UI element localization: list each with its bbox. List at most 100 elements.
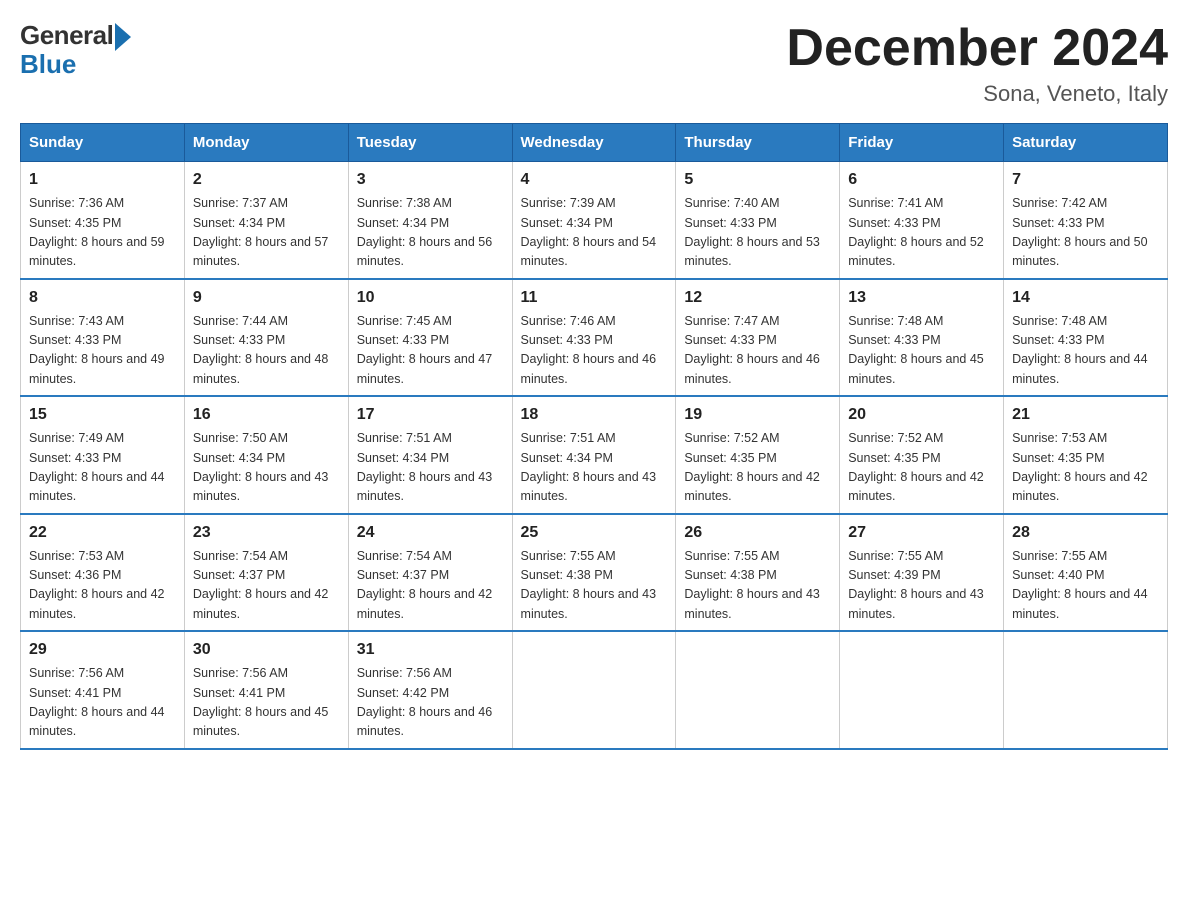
sunset-label: Sunset: 4:35 PM	[848, 451, 940, 465]
daylight-label: Daylight: 8 hours and 43 minutes.	[357, 470, 493, 503]
sunset-label: Sunset: 4:39 PM	[848, 568, 940, 582]
day-number: 26	[684, 521, 831, 545]
sunset-label: Sunset: 4:34 PM	[193, 216, 285, 230]
sunset-label: Sunset: 4:33 PM	[29, 333, 121, 347]
day-number: 24	[357, 521, 504, 545]
sunset-label: Sunset: 4:33 PM	[521, 333, 613, 347]
sunrise-label: Sunrise: 7:49 AM	[29, 431, 124, 445]
day-number: 8	[29, 286, 176, 310]
daylight-label: Daylight: 8 hours and 44 minutes.	[1012, 587, 1148, 620]
daylight-label: Daylight: 8 hours and 43 minutes.	[848, 587, 984, 620]
calendar-cell: 9 Sunrise: 7:44 AM Sunset: 4:33 PM Dayli…	[184, 279, 348, 397]
sunset-label: Sunset: 4:34 PM	[357, 216, 449, 230]
day-info: Sunrise: 7:56 AM Sunset: 4:41 PM Dayligh…	[193, 664, 340, 742]
calendar-cell: 3 Sunrise: 7:38 AM Sunset: 4:34 PM Dayli…	[348, 162, 512, 279]
sunset-label: Sunset: 4:35 PM	[684, 451, 776, 465]
day-info: Sunrise: 7:46 AM Sunset: 4:33 PM Dayligh…	[521, 312, 668, 390]
calendar-cell	[1004, 631, 1168, 749]
sunrise-label: Sunrise: 7:45 AM	[357, 314, 452, 328]
page-header: General Blue December 2024 Sona, Veneto,…	[20, 20, 1168, 107]
day-header-saturday: Saturday	[1004, 124, 1168, 162]
sunset-label: Sunset: 4:33 PM	[357, 333, 449, 347]
sunset-label: Sunset: 4:33 PM	[1012, 333, 1104, 347]
daylight-label: Daylight: 8 hours and 46 minutes.	[357, 705, 493, 738]
calendar-cell: 30 Sunrise: 7:56 AM Sunset: 4:41 PM Dayl…	[184, 631, 348, 749]
calendar-cell	[840, 631, 1004, 749]
calendar-cell: 7 Sunrise: 7:42 AM Sunset: 4:33 PM Dayli…	[1004, 162, 1168, 279]
day-info: Sunrise: 7:56 AM Sunset: 4:41 PM Dayligh…	[29, 664, 176, 742]
daylight-label: Daylight: 8 hours and 44 minutes.	[29, 705, 165, 738]
day-number: 18	[521, 403, 668, 427]
day-number: 29	[29, 638, 176, 662]
calendar-cell: 4 Sunrise: 7:39 AM Sunset: 4:34 PM Dayli…	[512, 162, 676, 279]
sunrise-label: Sunrise: 7:39 AM	[521, 196, 616, 210]
sunrise-label: Sunrise: 7:55 AM	[684, 549, 779, 563]
day-number: 9	[193, 286, 340, 310]
daylight-label: Daylight: 8 hours and 45 minutes.	[193, 705, 329, 738]
sunset-label: Sunset: 4:40 PM	[1012, 568, 1104, 582]
day-info: Sunrise: 7:47 AM Sunset: 4:33 PM Dayligh…	[684, 312, 831, 390]
day-info: Sunrise: 7:54 AM Sunset: 4:37 PM Dayligh…	[193, 547, 340, 625]
daylight-label: Daylight: 8 hours and 49 minutes.	[29, 352, 165, 385]
day-number: 14	[1012, 286, 1159, 310]
calendar-cell: 14 Sunrise: 7:48 AM Sunset: 4:33 PM Dayl…	[1004, 279, 1168, 397]
day-header-sunday: Sunday	[21, 124, 185, 162]
sunrise-label: Sunrise: 7:56 AM	[357, 666, 452, 680]
sunset-label: Sunset: 4:36 PM	[29, 568, 121, 582]
logo: General Blue	[20, 20, 131, 80]
sunset-label: Sunset: 4:33 PM	[193, 333, 285, 347]
daylight-label: Daylight: 8 hours and 42 minutes.	[848, 470, 984, 503]
sunrise-label: Sunrise: 7:48 AM	[1012, 314, 1107, 328]
daylight-label: Daylight: 8 hours and 46 minutes.	[684, 352, 820, 385]
sunset-label: Sunset: 4:34 PM	[193, 451, 285, 465]
day-number: 1	[29, 168, 176, 192]
day-number: 20	[848, 403, 995, 427]
sunrise-label: Sunrise: 7:52 AM	[684, 431, 779, 445]
calendar-cell: 18 Sunrise: 7:51 AM Sunset: 4:34 PM Dayl…	[512, 396, 676, 514]
calendar-week-row: 15 Sunrise: 7:49 AM Sunset: 4:33 PM Dayl…	[21, 396, 1168, 514]
day-number: 21	[1012, 403, 1159, 427]
sunrise-label: Sunrise: 7:56 AM	[29, 666, 124, 680]
day-number: 4	[521, 168, 668, 192]
daylight-label: Daylight: 8 hours and 42 minutes.	[29, 587, 165, 620]
sunrise-label: Sunrise: 7:55 AM	[521, 549, 616, 563]
sunrise-label: Sunrise: 7:37 AM	[193, 196, 288, 210]
day-info: Sunrise: 7:55 AM Sunset: 4:38 PM Dayligh…	[684, 547, 831, 625]
calendar-cell	[676, 631, 840, 749]
calendar-cell: 1 Sunrise: 7:36 AM Sunset: 4:35 PM Dayli…	[21, 162, 185, 279]
daylight-label: Daylight: 8 hours and 42 minutes.	[193, 587, 329, 620]
daylight-label: Daylight: 8 hours and 57 minutes.	[193, 235, 329, 268]
calendar-cell: 2 Sunrise: 7:37 AM Sunset: 4:34 PM Dayli…	[184, 162, 348, 279]
day-info: Sunrise: 7:44 AM Sunset: 4:33 PM Dayligh…	[193, 312, 340, 390]
day-info: Sunrise: 7:45 AM Sunset: 4:33 PM Dayligh…	[357, 312, 504, 390]
day-header-monday: Monday	[184, 124, 348, 162]
day-info: Sunrise: 7:37 AM Sunset: 4:34 PM Dayligh…	[193, 194, 340, 272]
day-number: 25	[521, 521, 668, 545]
sunrise-label: Sunrise: 7:53 AM	[29, 549, 124, 563]
month-title: December 2024	[786, 20, 1168, 77]
daylight-label: Daylight: 8 hours and 54 minutes.	[521, 235, 657, 268]
sunset-label: Sunset: 4:37 PM	[193, 568, 285, 582]
sunset-label: Sunset: 4:34 PM	[521, 451, 613, 465]
sunset-label: Sunset: 4:41 PM	[193, 686, 285, 700]
sunrise-label: Sunrise: 7:38 AM	[357, 196, 452, 210]
calendar-cell: 26 Sunrise: 7:55 AM Sunset: 4:38 PM Dayl…	[676, 514, 840, 632]
day-number: 23	[193, 521, 340, 545]
daylight-label: Daylight: 8 hours and 44 minutes.	[1012, 352, 1148, 385]
title-area: December 2024 Sona, Veneto, Italy	[786, 20, 1168, 107]
daylight-label: Daylight: 8 hours and 52 minutes.	[848, 235, 984, 268]
sunrise-label: Sunrise: 7:43 AM	[29, 314, 124, 328]
calendar-cell: 29 Sunrise: 7:56 AM Sunset: 4:41 PM Dayl…	[21, 631, 185, 749]
day-number: 28	[1012, 521, 1159, 545]
day-info: Sunrise: 7:52 AM Sunset: 4:35 PM Dayligh…	[684, 429, 831, 507]
daylight-label: Daylight: 8 hours and 42 minutes.	[357, 587, 493, 620]
calendar-week-row: 8 Sunrise: 7:43 AM Sunset: 4:33 PM Dayli…	[21, 279, 1168, 397]
calendar-cell: 27 Sunrise: 7:55 AM Sunset: 4:39 PM Dayl…	[840, 514, 1004, 632]
daylight-label: Daylight: 8 hours and 47 minutes.	[357, 352, 493, 385]
sunset-label: Sunset: 4:33 PM	[848, 333, 940, 347]
day-info: Sunrise: 7:53 AM Sunset: 4:35 PM Dayligh…	[1012, 429, 1159, 507]
day-info: Sunrise: 7:41 AM Sunset: 4:33 PM Dayligh…	[848, 194, 995, 272]
sunset-label: Sunset: 4:33 PM	[684, 333, 776, 347]
sunrise-label: Sunrise: 7:44 AM	[193, 314, 288, 328]
sunset-label: Sunset: 4:37 PM	[357, 568, 449, 582]
